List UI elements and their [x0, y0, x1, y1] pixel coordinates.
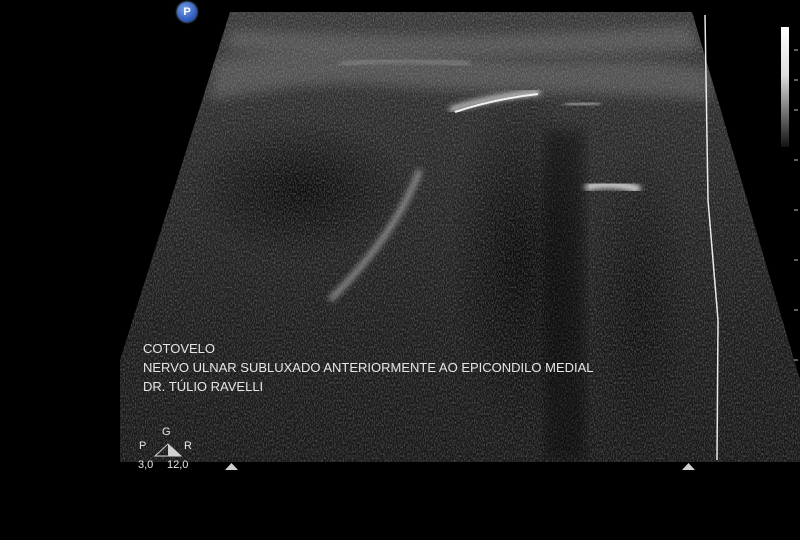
r-label: R — [184, 440, 192, 452]
annotation-line-1: COTOVELO — [143, 341, 216, 356]
annotation-line-3: DR. TÚLIO RAVELLI — [143, 379, 264, 394]
r-value: 12,0 — [167, 459, 189, 471]
p-value: 3,0 — [138, 459, 154, 471]
focus-marker-icon — [682, 463, 695, 470]
gain-label: G — [162, 426, 171, 438]
annotation-line-2: NERVO ULNAR SUBLUXADO ANTERIORMENTE AO E… — [143, 360, 594, 375]
focus-marker-icon — [225, 463, 238, 470]
grayscale-bar — [781, 27, 789, 147]
p-label: P — [139, 440, 147, 452]
annotation-block: COTOVELO NERVO ULNAR SUBLUXADO ANTERIORM… — [143, 339, 594, 396]
probe-marker-icon: P — [177, 2, 197, 22]
ultrasound-image — [120, 12, 800, 470]
